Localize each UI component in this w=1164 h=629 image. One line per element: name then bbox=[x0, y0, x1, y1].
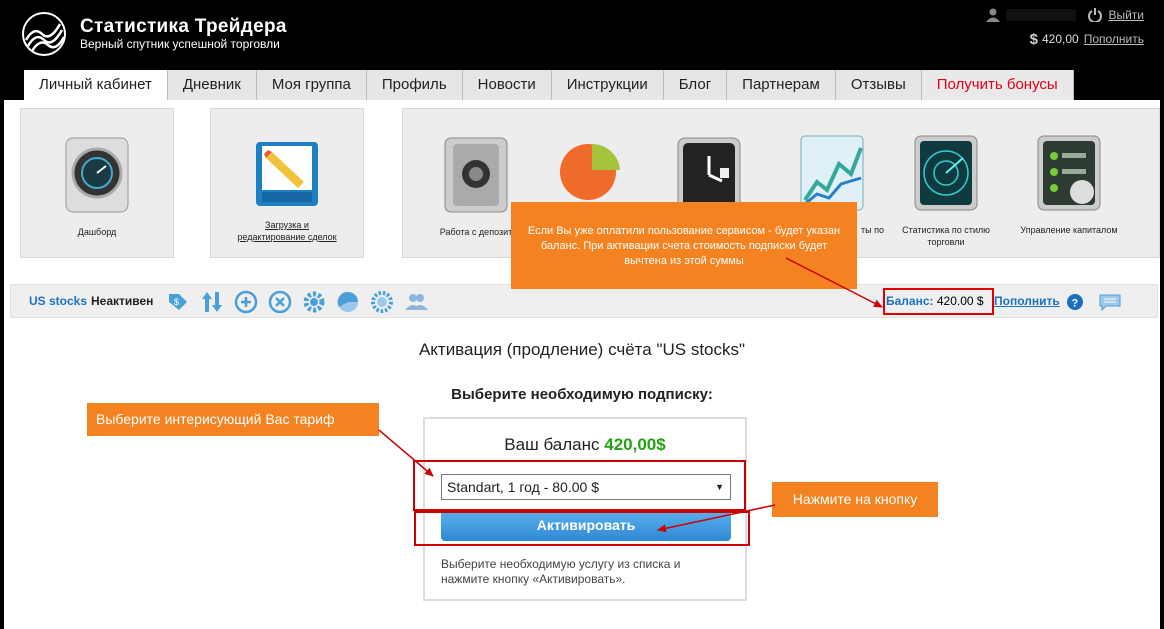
annotation-arrows bbox=[378, 257, 883, 533]
